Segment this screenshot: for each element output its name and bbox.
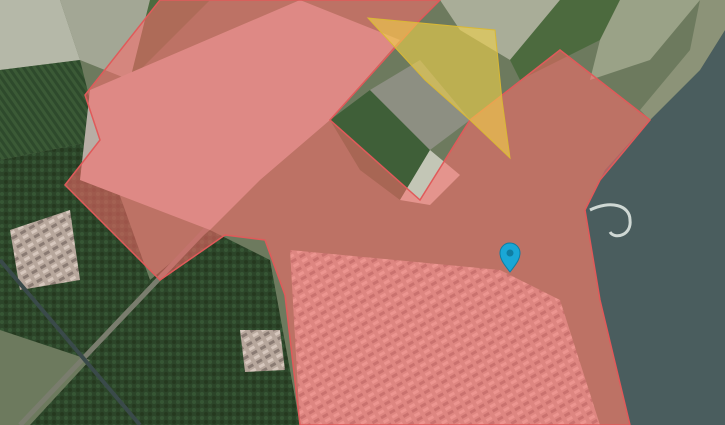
residential-south	[240, 330, 285, 372]
satellite-map[interactable]	[0, 0, 725, 425]
map-view[interactable]	[0, 0, 725, 425]
